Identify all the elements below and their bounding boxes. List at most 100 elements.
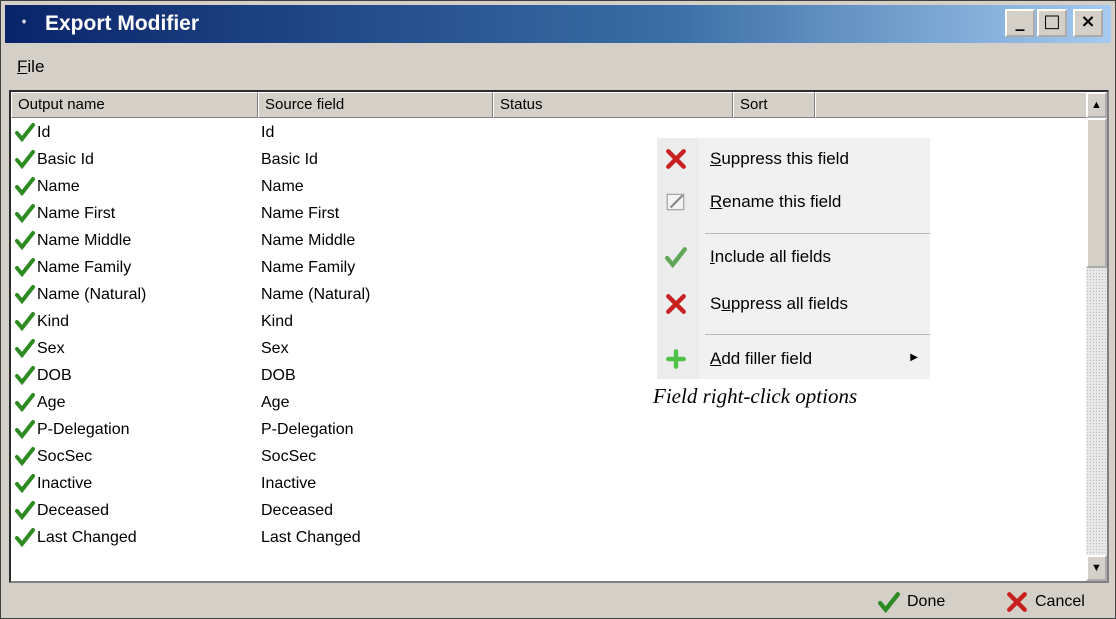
column-header-status[interactable]: Status	[493, 92, 733, 118]
green-plus-icon	[666, 349, 686, 369]
green-check-icon[interactable]	[15, 446, 35, 466]
table-row[interactable]: Last Changed Last Changed	[11, 524, 1088, 551]
source-field-cell: Id	[261, 124, 275, 141]
mnemonic: S	[710, 149, 722, 168]
green-check-icon[interactable]	[15, 176, 35, 196]
context-menu: Suppress this field Rename this field In…	[657, 138, 930, 379]
output-name-cell: Basic Id	[37, 151, 94, 168]
menu-separator	[705, 334, 930, 335]
menu-item-label-prefix: S	[710, 294, 722, 313]
output-name-cell: Id	[37, 124, 51, 141]
green-check-icon[interactable]	[15, 230, 35, 250]
green-check-icon[interactable]	[15, 203, 35, 223]
menu-item-suppress-all-fields[interactable]: Suppress all fields	[657, 288, 930, 322]
menu-file-label: ile	[27, 57, 45, 76]
scroll-up-button[interactable]: ▲	[1086, 92, 1107, 118]
mnemonic: A	[710, 349, 722, 368]
source-field-cell: DOB	[261, 367, 296, 384]
output-name-cell: Name First	[37, 205, 116, 222]
menu-item-label: ppress all fields	[730, 294, 848, 313]
menu-item-add-filler-field[interactable]: Add filler field ▶	[657, 343, 930, 377]
green-check-icon[interactable]	[15, 500, 35, 520]
column-header-source-field[interactable]: Source field	[258, 92, 493, 118]
menu-item-rename-this-field[interactable]: Rename this field	[657, 186, 930, 220]
green-check-icon[interactable]	[15, 338, 35, 358]
menu-item-include-all-fields[interactable]: Include all fields	[657, 241, 930, 275]
vertical-scrollbar[interactable]: ▲ ▼	[1086, 92, 1107, 581]
output-name-cell: SocSec	[37, 448, 93, 465]
green-check-icon[interactable]	[15, 122, 35, 142]
table-row[interactable]: Deceased Deceased	[11, 497, 1088, 524]
green-check-icon[interactable]	[15, 365, 35, 385]
scroll-down-button[interactable]: ▼	[1086, 555, 1107, 581]
maximize-button[interactable]: □	[1037, 9, 1067, 37]
green-check-icon[interactable]	[15, 149, 35, 169]
menu-file[interactable]: File	[17, 57, 44, 77]
output-name-cell: Deceased	[37, 502, 110, 519]
close-button[interactable]: ×	[1073, 9, 1103, 37]
cancel-button[interactable]: Cancel	[1005, 587, 1105, 617]
menu-item-label: dd filler field	[721, 349, 813, 368]
grid-header: Output name Source field Status Sort	[11, 92, 1088, 118]
green-check-icon[interactable]	[15, 257, 35, 277]
source-field-cell: Name Middle	[261, 232, 356, 249]
menu-item-label: uppress this field	[721, 149, 849, 168]
table-row[interactable]: Inactive Inactive	[11, 470, 1088, 497]
green-check-icon	[878, 592, 900, 613]
title-bar[interactable]: ᛫ Export Modifier _ □ ×	[5, 5, 1111, 43]
submenu-arrow-icon: ▶	[910, 352, 918, 363]
red-x-icon	[666, 149, 686, 169]
output-name-cell: Name	[37, 178, 80, 195]
source-field-cell: Inactive	[261, 475, 317, 492]
source-field-cell: Name Family	[261, 259, 356, 276]
source-field-cell: Basic Id	[261, 151, 318, 168]
green-check-icon[interactable]	[15, 311, 35, 331]
table-row[interactable]: Age Age	[11, 389, 1088, 416]
source-field-cell: Age	[261, 394, 290, 411]
source-field-cell: Name (Natural)	[261, 286, 371, 303]
menu-separator	[705, 233, 930, 234]
table-row[interactable]: P-Delegation P-Delegation	[11, 416, 1088, 443]
cancel-button-label: Cancel	[1035, 593, 1085, 610]
output-name-cell: Inactive	[37, 475, 93, 492]
output-name-cell: Name (Natural)	[37, 286, 147, 303]
green-check-icon[interactable]	[15, 284, 35, 304]
menu-bar: File	[5, 45, 1111, 83]
app-logo-icon: ᛫	[16, 9, 32, 39]
mnemonic: R	[710, 192, 723, 211]
caption: Field right-click options	[653, 384, 858, 408]
output-name-cell: P-Delegation	[37, 421, 130, 438]
output-name-cell: Sex	[37, 340, 65, 357]
output-name-cell: Name Middle	[37, 232, 132, 249]
column-header-output-name[interactable]: Output name	[11, 92, 258, 118]
green-check-icon[interactable]	[15, 392, 35, 412]
column-header-sort[interactable]: Sort	[733, 92, 815, 118]
source-field-cell: Name	[261, 178, 304, 195]
rename-icon	[666, 193, 685, 211]
source-field-cell: Deceased	[261, 502, 334, 519]
green-check-icon[interactable]	[15, 419, 35, 439]
green-check-icon[interactable]	[15, 473, 35, 493]
menu-item-label: nclude all fields	[714, 247, 831, 266]
menu-file-mnemonic: F	[17, 57, 28, 76]
output-name-cell: Name Family	[37, 259, 132, 276]
source-field-cell: Last Changed	[261, 529, 361, 546]
green-check-icon[interactable]	[15, 527, 35, 547]
table-row[interactable]: SocSec SocSec	[11, 443, 1088, 470]
green-check-icon	[665, 247, 687, 268]
done-button[interactable]: Done	[877, 587, 977, 617]
output-name-cell: DOB	[37, 367, 72, 384]
column-header-blank	[815, 92, 1088, 118]
minimize-button[interactable]: _	[1005, 9, 1035, 37]
source-field-cell: Name First	[261, 205, 340, 222]
export-modifier-window: ᛫ Export Modifier _ □ × File Output name…	[0, 0, 1116, 619]
output-name-cell: Age	[37, 394, 66, 411]
done-button-label: Done	[907, 593, 946, 610]
source-field-cell: Sex	[261, 340, 289, 357]
scroll-thumb[interactable]	[1086, 118, 1107, 268]
output-name-cell: Kind	[37, 313, 70, 330]
source-field-cell: SocSec	[261, 448, 317, 465]
output-name-cell: Last Changed	[37, 529, 137, 546]
source-field-cell: P-Delegation	[261, 421, 354, 438]
menu-item-suppress-this-field[interactable]: Suppress this field	[657, 143, 930, 177]
